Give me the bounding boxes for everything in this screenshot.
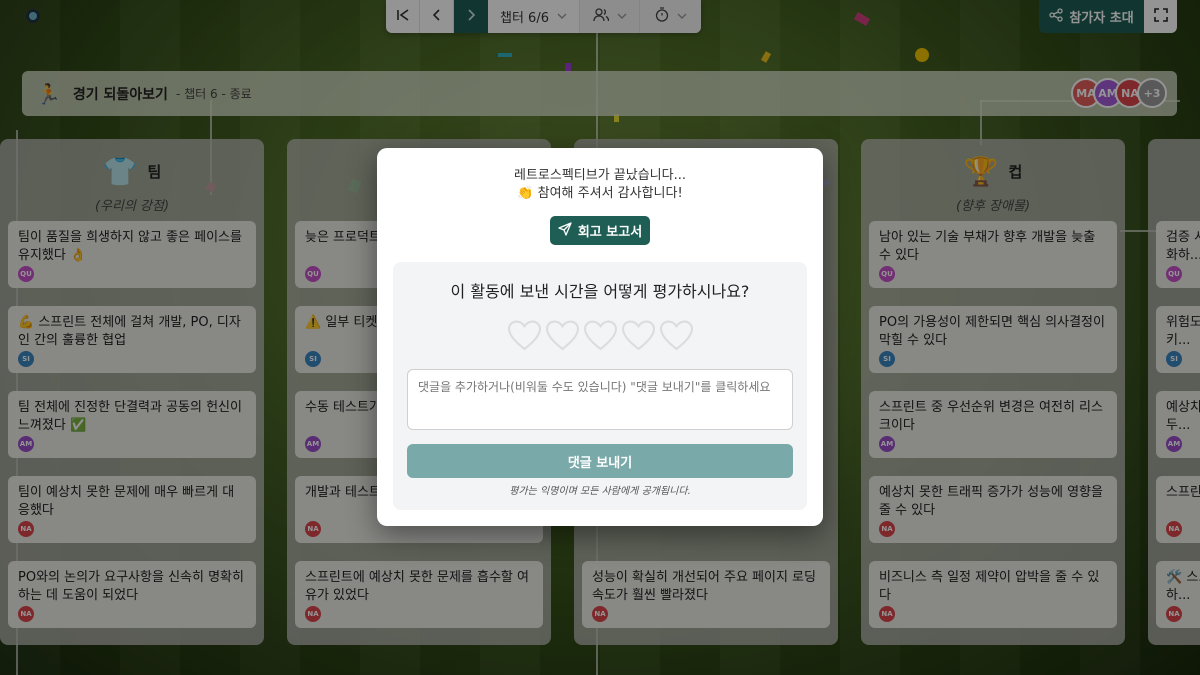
heart-icon[interactable]: [507, 320, 541, 351]
heart-icon[interactable]: [583, 320, 617, 351]
rating-question: 이 활동에 보낸 시간을 어떻게 평가하시나요?: [450, 282, 750, 301]
send-icon: [558, 221, 572, 240]
finished-message: 레트로스펙티브가 끝났습니다...: [513, 168, 686, 183]
anonymous-note: 평가는 익명이며 모든 사람에게 공개됩니다.: [509, 486, 691, 497]
thanks-message: 👏 참여해 주셔서 감사합니다!: [517, 186, 683, 201]
heart-rating: [393, 320, 807, 351]
heart-icon[interactable]: [545, 320, 579, 351]
comment-input[interactable]: [407, 369, 793, 430]
retro-report-button[interactable]: 회고 보고서: [550, 216, 650, 245]
send-comment-button[interactable]: 댓글 보내기: [407, 444, 793, 478]
report-button-label: 회고 보고서: [577, 225, 643, 240]
retro-finished-dialog: 레트로스펙티브가 끝났습니다... 👏 참여해 주셔서 감사합니다! 회고 보고…: [377, 148, 823, 526]
heart-icon[interactable]: [659, 320, 693, 351]
rating-panel: 이 활동에 보낸 시간을 어떻게 평가하시나요? 댓글 보내기 평가는 익명이며…: [393, 262, 807, 510]
heart-icon[interactable]: [621, 320, 655, 351]
